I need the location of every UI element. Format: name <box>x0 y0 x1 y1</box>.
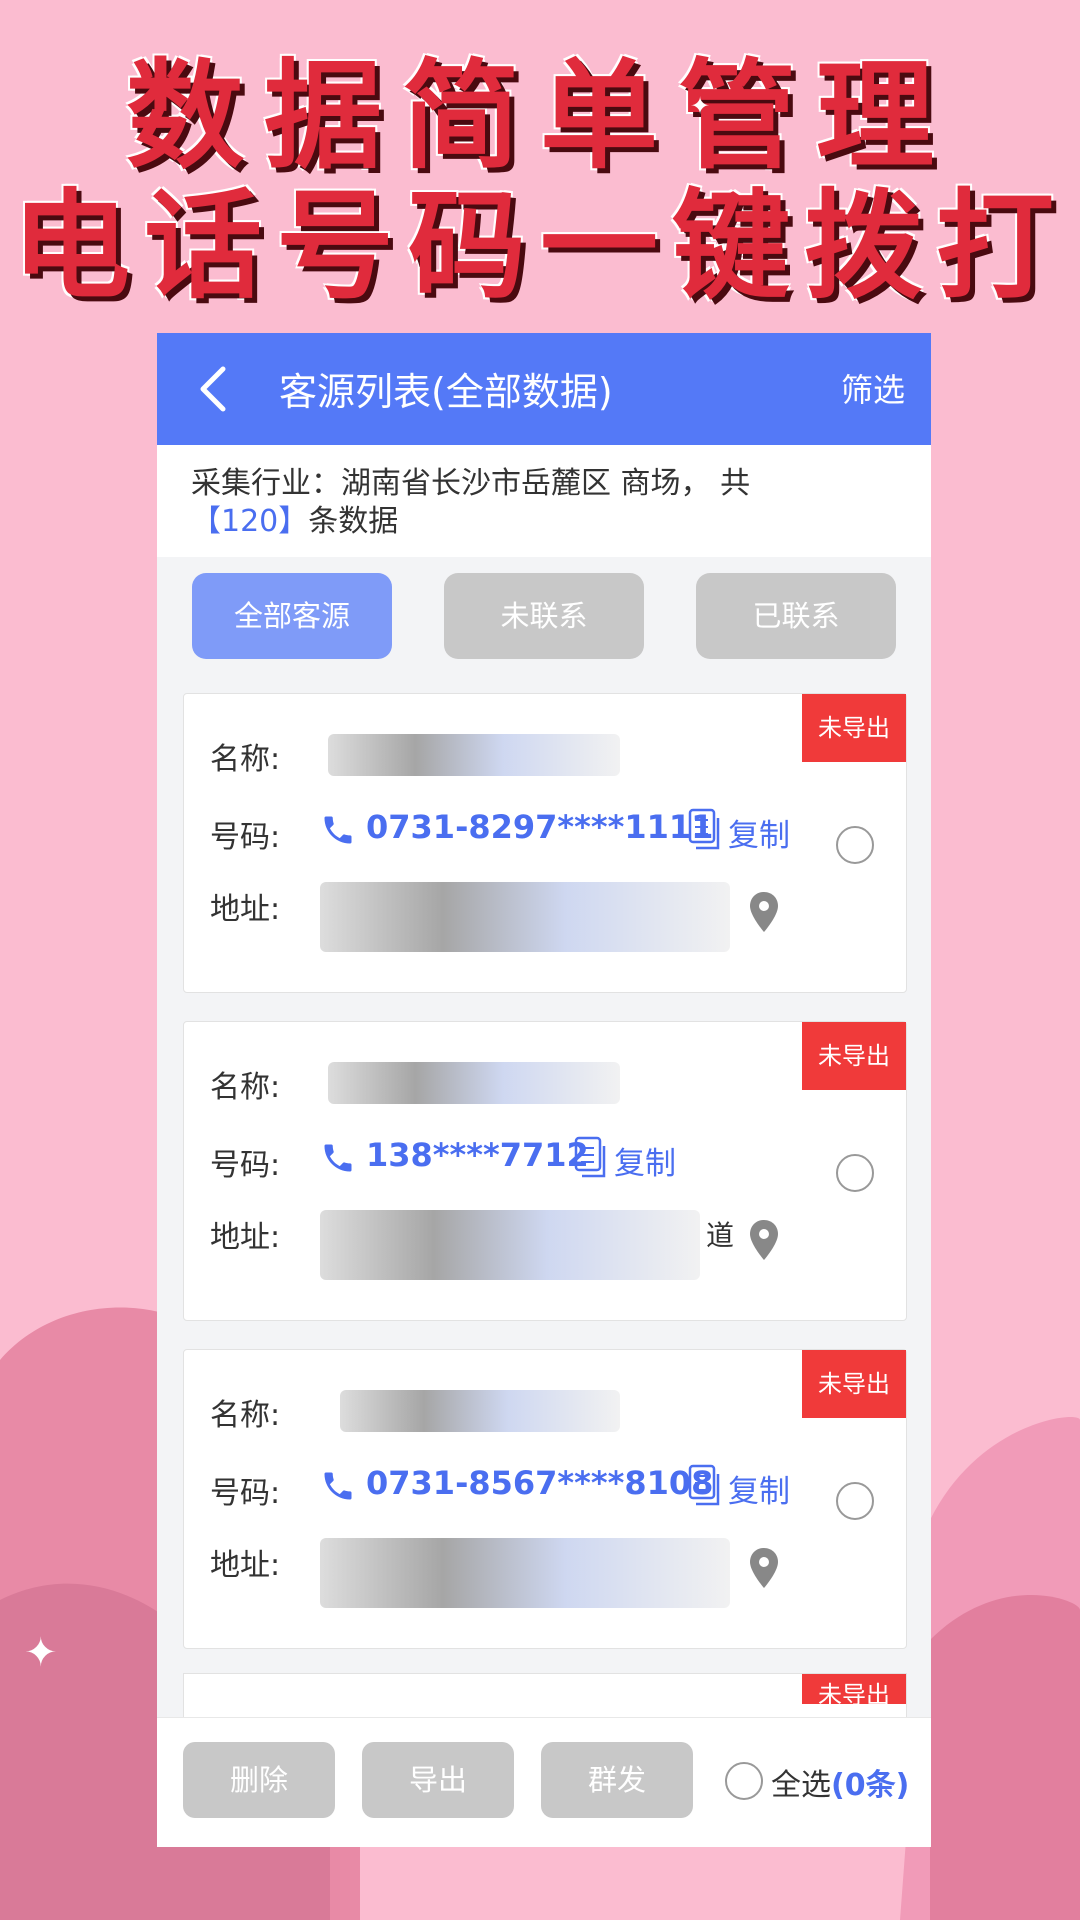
select-all-radio[interactable] <box>725 1762 763 1800</box>
address-label: 地址: <box>210 1220 281 1255</box>
copy-button[interactable]: 复制 <box>728 1466 790 1511</box>
filter-button[interactable]: 筛选 <box>841 365 905 411</box>
address-visible-fragment: 道 <box>706 1219 735 1252</box>
export-status-badge: 未导出 <box>802 1350 906 1418</box>
info-prefix: 采集行业：湖南省长沙市岳麓区 商场， 共 <box>191 466 751 501</box>
phone-number[interactable]: 0731-8567****8108 <box>366 1464 713 1502</box>
name-label: 名称: <box>210 742 281 777</box>
sparkle-icon: ✦ <box>24 1630 58 1676</box>
select-radio[interactable] <box>836 1482 874 1520</box>
page-title: 客源列表(全部数据) <box>279 370 613 414</box>
top-navigation-bar: 客源列表(全部数据) 筛选 <box>157 333 931 445</box>
sparkle-icon: ✦ <box>690 92 711 120</box>
phone-label: 号码: <box>210 1476 281 1511</box>
address-value-redacted <box>320 1538 730 1608</box>
address-label: 地址: <box>210 1548 281 1583</box>
phone-icon[interactable] <box>320 1468 356 1504</box>
phone-number[interactable]: 138****7712 <box>366 1136 589 1174</box>
map-pin-icon[interactable] <box>748 1218 780 1262</box>
customer-card: 未导出 名称: 号码: 0731-8567****8108 复制 地址: <box>183 1349 907 1649</box>
customer-card: 未导出 名称: 号码: 0731-8297****1111 复制 地址: <box>183 693 907 993</box>
bottom-action-bar: 删除 导出 群发 全选(0条) <box>157 1717 931 1847</box>
export-status-badge: 未导出 <box>802 1022 906 1090</box>
select-radio[interactable] <box>836 826 874 864</box>
copy-button[interactable]: 复制 <box>614 1138 676 1183</box>
address-label: 地址: <box>210 892 281 927</box>
tab-uncontacted[interactable]: 未联系 <box>444 573 644 659</box>
select-all-label[interactable]: 全选(0条) <box>771 1760 909 1804</box>
group-send-button[interactable]: 群发 <box>541 1742 693 1818</box>
phone-number[interactable]: 0731-8297****1111 <box>366 808 713 846</box>
selected-count: (0条) <box>831 1768 910 1803</box>
select-all-text: 全选 <box>771 1768 831 1803</box>
name-label: 名称: <box>210 1070 281 1105</box>
info-count: 【120】 <box>191 504 309 539</box>
tab-contacted[interactable]: 已联系 <box>696 573 896 659</box>
name-value-redacted <box>320 1058 620 1108</box>
name-label: 名称: <box>210 1398 281 1433</box>
collection-info-text: 采集行业：湖南省长沙市岳麓区 商场， 共 【120】条数据 <box>191 465 891 541</box>
copy-icon[interactable] <box>574 1136 608 1178</box>
address-value-redacted <box>320 1210 730 1280</box>
select-radio[interactable] <box>836 1154 874 1192</box>
phone-label: 号码: <box>210 1148 281 1183</box>
delete-button[interactable]: 删除 <box>183 1742 335 1818</box>
phone-icon[interactable] <box>320 1140 356 1176</box>
copy-icon[interactable] <box>688 808 722 850</box>
copy-button[interactable]: 复制 <box>728 810 790 855</box>
customer-card: 未导出 名称: 号码: 138****7712 复制 地址: 道 <box>183 1021 907 1321</box>
phone-icon[interactable] <box>320 812 356 848</box>
phone-label: 号码: <box>210 820 281 855</box>
name-value-redacted <box>320 1386 620 1436</box>
map-pin-icon[interactable] <box>748 890 780 934</box>
map-pin-icon[interactable] <box>748 1546 780 1590</box>
address-value-redacted <box>320 882 730 952</box>
chevron-left-icon[interactable] <box>193 359 233 419</box>
app-screen: 客源列表(全部数据) 筛选 采集行业：湖南省长沙市岳麓区 商场， 共 【120】… <box>157 333 931 1847</box>
info-suffix: 条数据 <box>308 504 399 539</box>
export-status-badge: 未导出 <box>802 1674 906 1704</box>
collection-info: 采集行业：湖南省长沙市岳麓区 商场， 共 【120】条数据 <box>157 445 931 557</box>
copy-icon[interactable] <box>688 1464 722 1506</box>
tab-all-customers[interactable]: 全部客源 <box>192 573 392 659</box>
filter-tabs: 全部客源 未联系 已联系 <box>157 573 931 661</box>
promo-headline-2: 电话号码一键拨打 <box>11 177 1068 315</box>
export-button[interactable]: 导出 <box>362 1742 514 1818</box>
name-value-redacted <box>320 730 620 780</box>
export-status-badge: 未导出 <box>802 694 906 762</box>
